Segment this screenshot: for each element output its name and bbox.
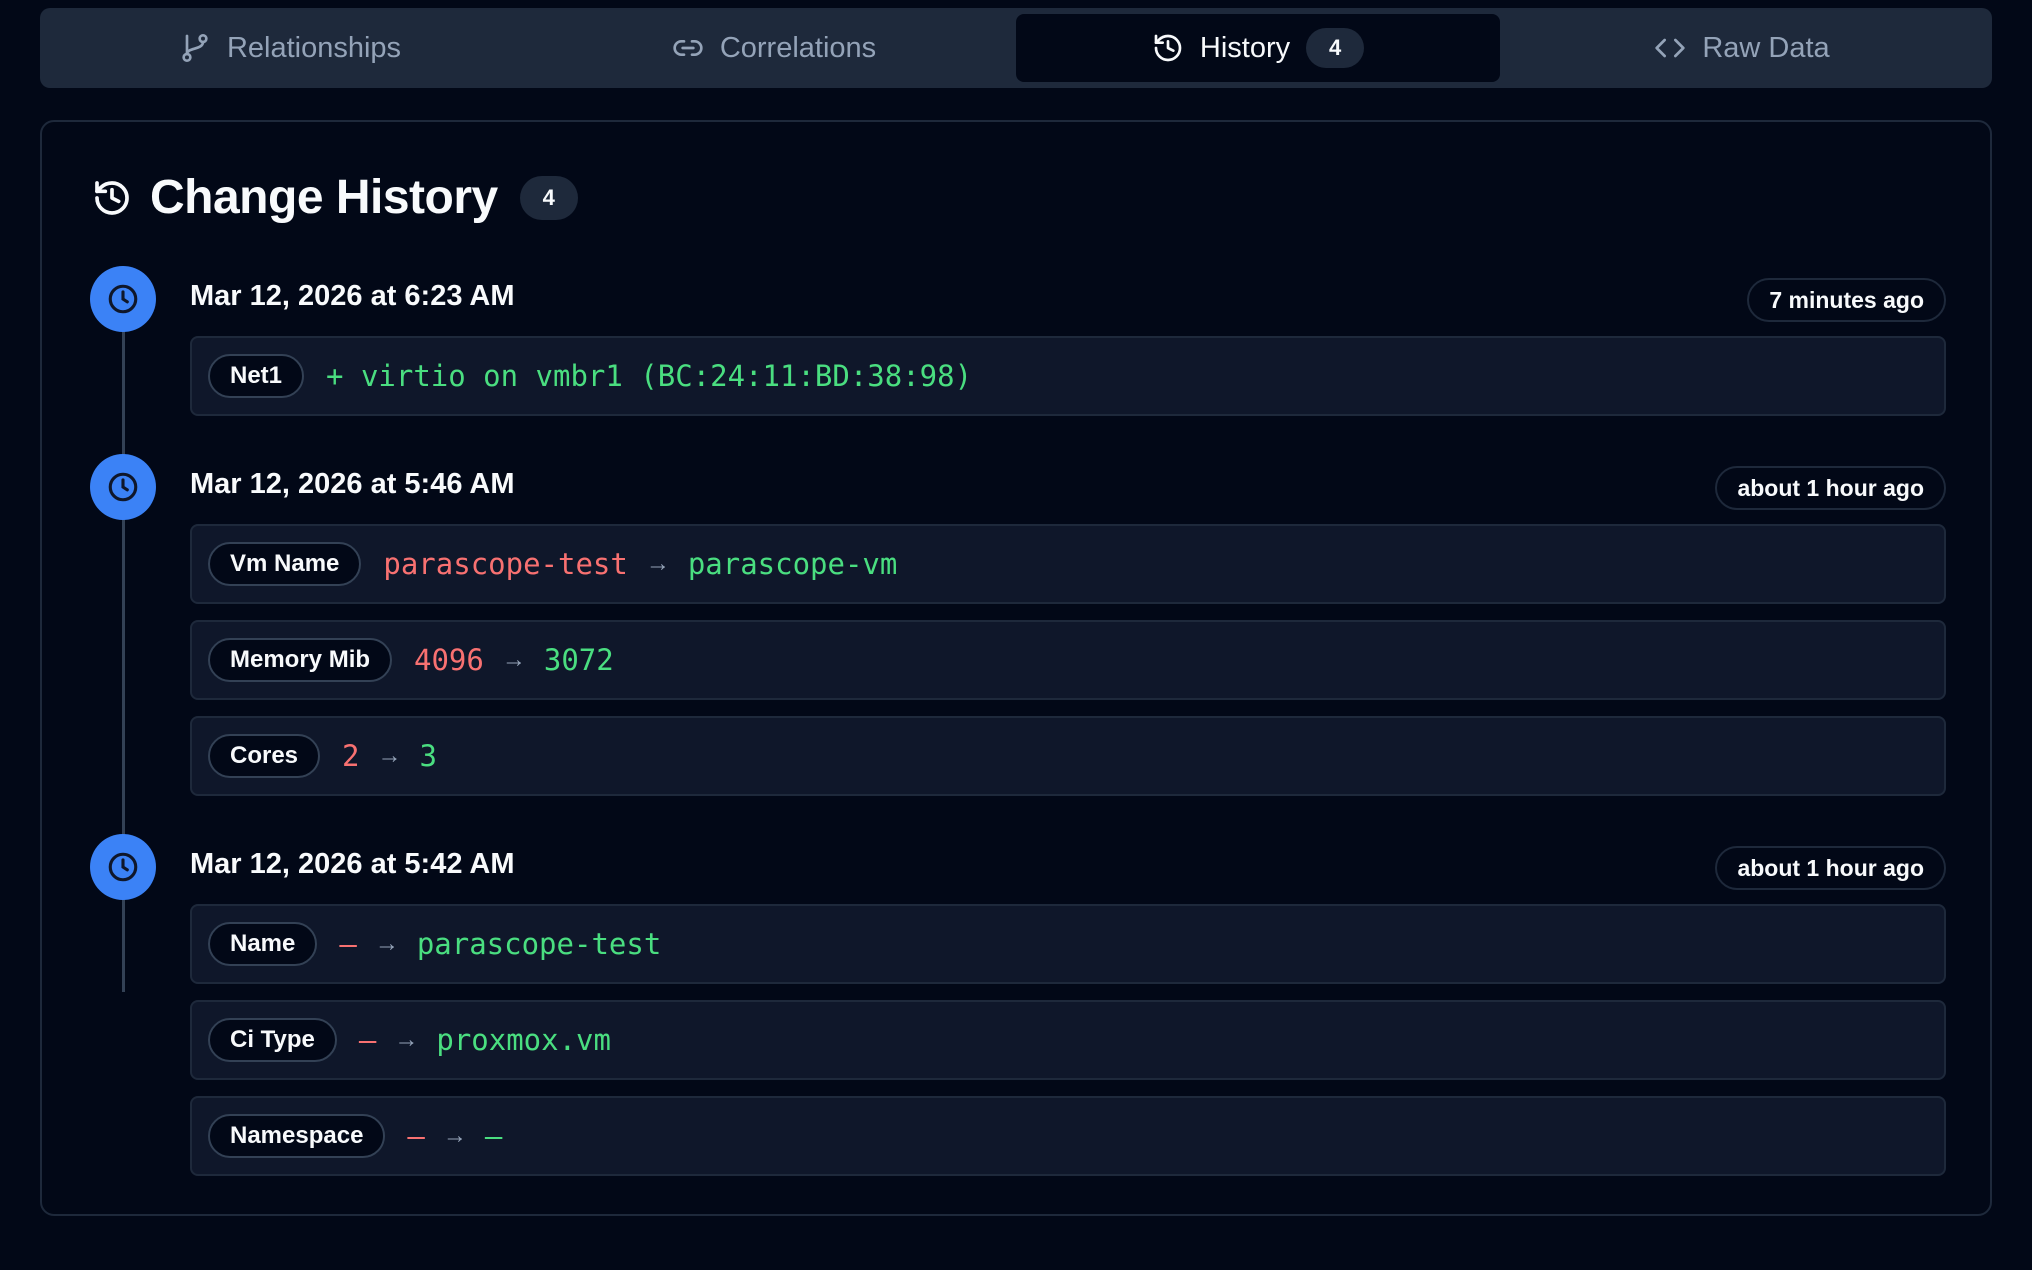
field-name-pill: Name — [208, 922, 318, 966]
card-header: Change History 4 — [92, 170, 578, 225]
tabs-bar: Relationships Correlations History 4 Raw… — [40, 8, 1992, 88]
page-title: Change History — [150, 171, 498, 224]
timeline-dot — [90, 454, 156, 520]
clock-icon — [108, 284, 138, 314]
tab-label: Raw Data — [1702, 31, 1830, 64]
field-name-pill: Cores — [208, 734, 321, 778]
relative-time-badge: about 1 hour ago — [1715, 846, 1946, 890]
arrow-right-icon: → — [394, 1026, 419, 1053]
old-value: 4096 — [414, 643, 484, 677]
field-name-pill: Namespace — [208, 1114, 386, 1158]
timeline-dot — [90, 266, 156, 332]
arrow-right-icon: → — [377, 742, 402, 769]
tab-relationships[interactable]: Relationships — [48, 14, 532, 82]
added-value: + virtio on vmbr1 (BC:24:11:BD:38:98) — [326, 359, 973, 393]
history-icon — [1154, 34, 1182, 62]
old-value: — — [358, 1023, 377, 1057]
field-name-pill: Vm Name — [208, 542, 362, 586]
tab-history[interactable]: History 4 — [1016, 14, 1500, 82]
new-value: 3072 — [543, 643, 614, 677]
new-value: — — [484, 1119, 503, 1153]
code-icon — [1655, 38, 1685, 58]
relative-time-badge: about 1 hour ago — [1715, 466, 1946, 510]
tab-raw-data[interactable]: Raw Data — [1500, 14, 1984, 82]
tab-label: History — [1199, 31, 1291, 64]
old-value: parascope-test — [383, 547, 628, 581]
old-value: 2 — [342, 739, 360, 773]
arrow-right-icon: → — [374, 930, 399, 957]
tab-label: Correlations — [719, 31, 877, 64]
timeline-dot — [90, 834, 156, 900]
link-icon — [673, 39, 703, 56]
new-value: proxmox.vm — [436, 1023, 611, 1057]
arrow-right-icon: → — [645, 550, 670, 577]
new-value: parascope-test — [416, 927, 662, 961]
history-count-badge: 4 — [1306, 28, 1365, 68]
new-value: 3 — [419, 739, 437, 773]
change-row: Name — → parascope-test — [190, 904, 1946, 984]
git-branch-icon — [182, 34, 208, 62]
arrow-right-icon: → — [501, 646, 526, 673]
change-row: Vm Name parascope-test → parascope-vm — [190, 524, 1946, 604]
entry-date: Mar 12, 2026 at 5:42 AM — [190, 848, 515, 880]
arrow-right-icon: → — [442, 1122, 467, 1149]
old-value: — — [339, 927, 357, 961]
clock-icon — [108, 472, 138, 502]
relative-time-badge: 7 minutes ago — [1747, 278, 1946, 322]
field-name-pill: Net1 — [208, 354, 305, 398]
field-name-pill: Memory Mib — [208, 638, 393, 682]
change-row: Net1 + virtio on vmbr1 (BC:24:11:BD:38:9… — [190, 336, 1946, 416]
change-row: Cores 2 → 3 — [190, 716, 1946, 796]
count-badge: 4 — [519, 175, 578, 220]
clock-icon — [108, 852, 138, 882]
entry-date: Mar 12, 2026 at 6:23 AM — [190, 280, 515, 312]
entry-date: Mar 12, 2026 at 5:46 AM — [190, 468, 515, 500]
tab-correlations[interactable]: Correlations — [532, 14, 1016, 82]
change-row: Ci Type — → proxmox.vm — [190, 1000, 1946, 1080]
history-icon — [95, 180, 129, 215]
old-value: — — [407, 1119, 425, 1153]
field-name-pill: Ci Type — [208, 1018, 337, 1062]
new-value: parascope-vm — [687, 547, 898, 581]
change-row: Memory Mib 4096 → 3072 — [190, 620, 1946, 700]
change-row: Namespace — → — — [190, 1096, 1946, 1176]
change-history-card: Change History 4 Mar 12, 2026 at 6:23 AM… — [40, 120, 1992, 1216]
tab-label: Relationships — [226, 31, 402, 64]
